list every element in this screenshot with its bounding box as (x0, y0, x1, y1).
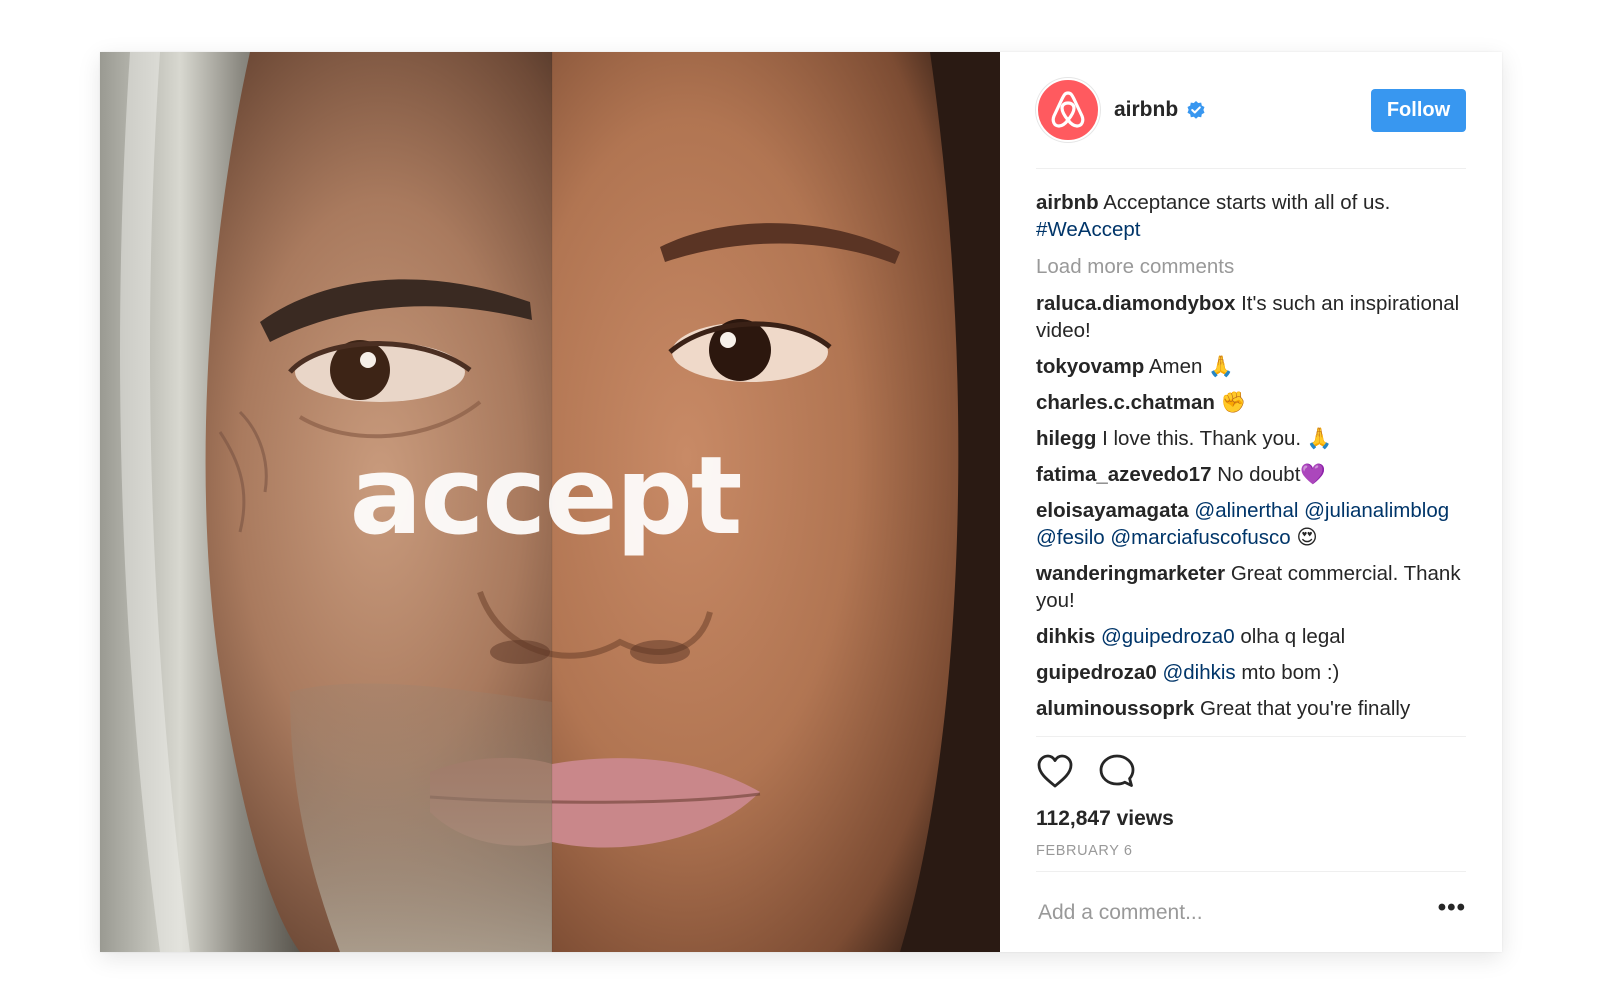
mention-link[interactable]: @dihkis (1162, 661, 1235, 684)
post-username[interactable]: airbnb (1114, 98, 1178, 122)
comment-username[interactable]: raluca.diamondybox (1036, 292, 1235, 315)
comment-text: Amen 🙏 (1148, 355, 1234, 378)
comment-item: raluca.diamondybox It's such an inspirat… (1036, 290, 1466, 344)
comment-username[interactable]: dihkis (1036, 625, 1095, 648)
overlay-text: accept (349, 434, 742, 559)
post-actions (1036, 737, 1466, 793)
comment-username[interactable]: guipedroza0 (1036, 661, 1157, 684)
mention-link[interactable]: @julianalimblog (1304, 499, 1449, 522)
comment-username[interactable]: eloisayamagata (1036, 499, 1189, 522)
comment-username[interactable]: charles.c.chatman (1036, 391, 1215, 414)
add-comment-input[interactable] (1036, 900, 1438, 926)
comment-text: ✊ (1220, 391, 1247, 414)
comment-text: mto bom :) (1241, 661, 1340, 684)
add-comment-bar: ••• (1036, 872, 1466, 954)
hashtag-link[interactable]: #WeAccept (1036, 218, 1140, 241)
post-caption: airbnb Acceptance starts with all of us.… (1036, 189, 1466, 243)
comment-text: No doubt💜 (1217, 463, 1326, 486)
more-options-button[interactable]: ••• (1438, 894, 1466, 932)
post-date[interactable]: FEBRUARY 6 (1036, 843, 1466, 872)
load-more-comments-link[interactable]: Load more comments (1036, 253, 1466, 280)
mention-link[interactable]: @guipedroza0 (1101, 625, 1235, 648)
comment-username[interactable]: wanderingmarketer (1036, 562, 1225, 585)
comment-item: aluminoussoprk Great that you're finally (1036, 695, 1466, 722)
comment-item: wanderingmarketer Great commercial. Than… (1036, 560, 1466, 614)
comment-item: fatima_azevedo17 No doubt💜 (1036, 461, 1466, 488)
mention-link[interactable]: @fesilo (1036, 526, 1105, 549)
comment-text: olha q legal (1240, 625, 1346, 648)
view-count: 112,847 views (1036, 807, 1174, 830)
comments-list[interactable]: airbnb Acceptance starts with all of us.… (1036, 169, 1466, 737)
caption-username[interactable]: airbnb (1036, 191, 1099, 214)
post-side-panel: airbnb Follow airbnb Acceptance starts w… (1000, 52, 1502, 952)
comment-username[interactable]: hilegg (1036, 427, 1096, 450)
comment-text: Great that you're finally (1200, 697, 1411, 720)
comment-container: raluca.diamondybox It's such an inspirat… (1036, 290, 1466, 722)
comment-item: tokyovamp Amen 🙏 (1036, 353, 1466, 380)
post-video[interactable]: accept (100, 52, 1000, 952)
mention-link[interactable]: @marciafuscofusco (1110, 526, 1290, 549)
comment-item: eloisayamagata @alinerthal @julianalimbl… (1036, 497, 1466, 551)
airbnb-logo-icon (1051, 91, 1085, 128)
avatar[interactable] (1036, 78, 1100, 142)
heart-icon[interactable] (1036, 753, 1074, 793)
caption-text: Acceptance starts with all of us. (1103, 191, 1391, 214)
comment-text: 😍 (1296, 526, 1318, 549)
comment-username[interactable]: aluminoussoprk (1036, 697, 1194, 720)
comment-item: hilegg I love this. Thank you. 🙏 (1036, 425, 1466, 452)
comment-username[interactable]: fatima_azevedo17 (1036, 463, 1211, 486)
comment-item: charles.c.chatman ✊ (1036, 389, 1466, 416)
follow-button[interactable]: Follow (1371, 88, 1466, 132)
comment-item: guipedroza0 @dihkis mto bom :) (1036, 659, 1466, 686)
instagram-post: accept airbnb Follow airbnb Acceptance s… (100, 52, 1502, 952)
comment-item: dihkis @guipedroza0 olha q legal (1036, 623, 1466, 650)
comment-text: I love this. Thank you. 🙏 (1102, 427, 1333, 450)
post-header: airbnb Follow (1036, 52, 1466, 169)
mention-link[interactable]: @alinerthal (1194, 499, 1298, 522)
verified-badge-icon (1186, 100, 1206, 120)
comment-username[interactable]: tokyovamp (1036, 355, 1144, 378)
comment-bubble-icon[interactable] (1098, 753, 1136, 793)
